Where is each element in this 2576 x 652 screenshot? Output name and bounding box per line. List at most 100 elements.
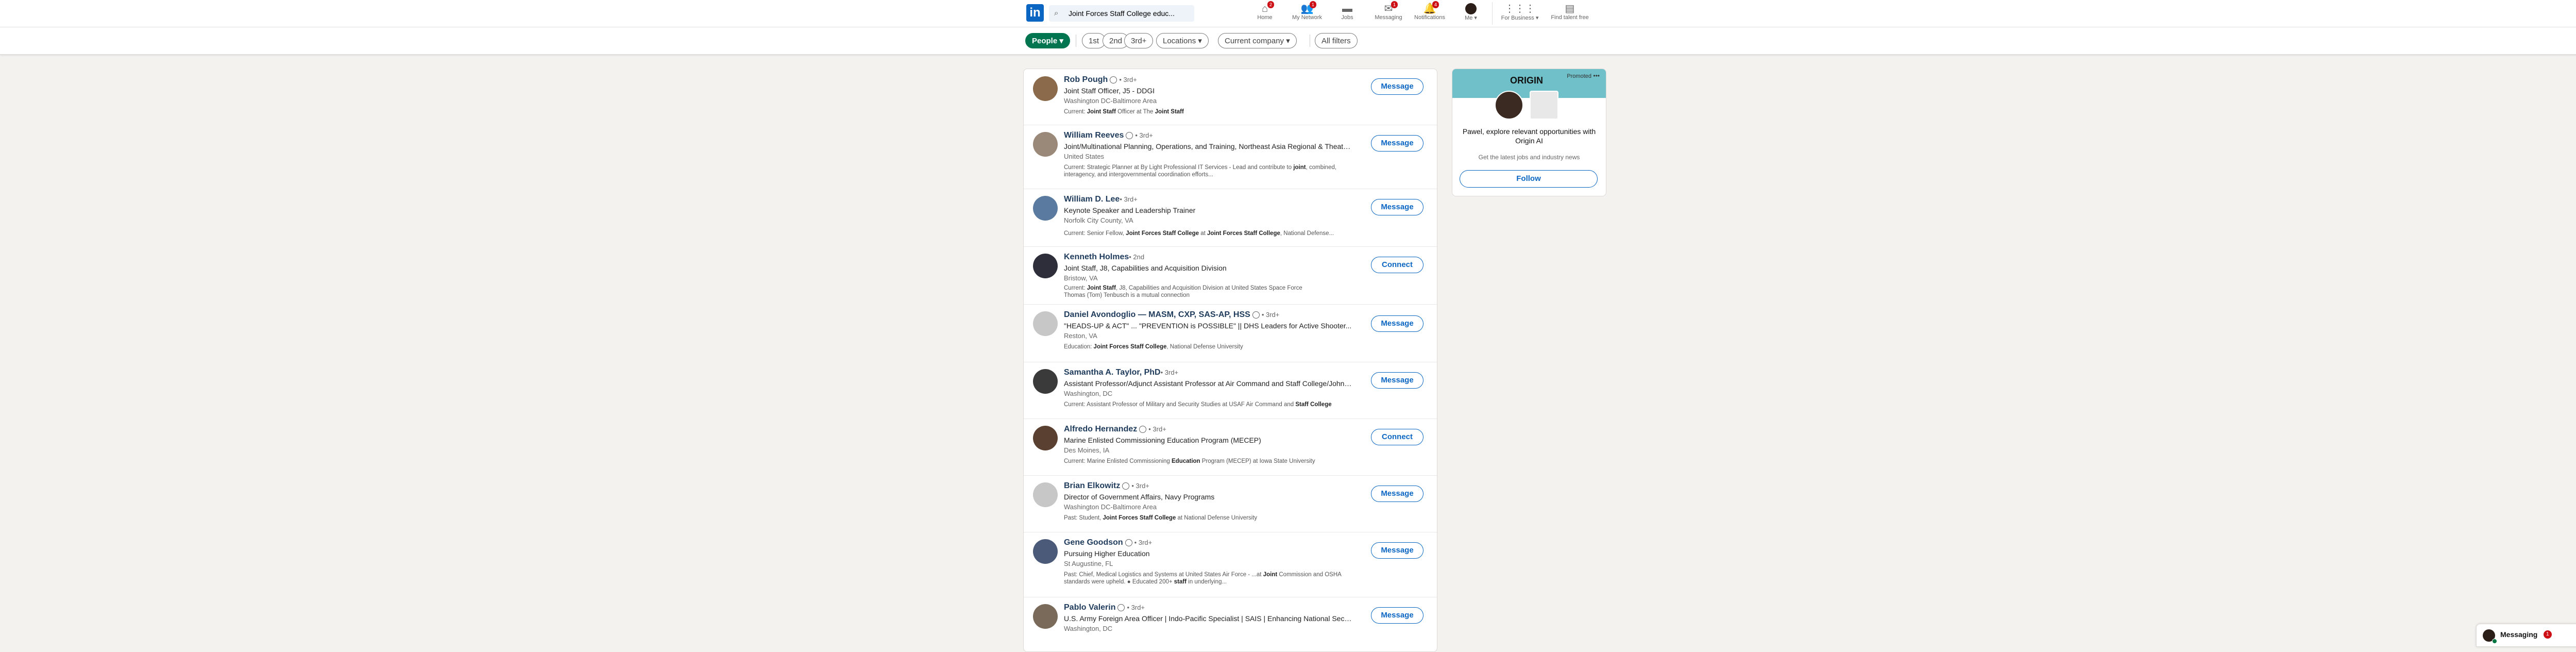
more-icon[interactable]: ••• bbox=[1593, 72, 1600, 79]
result-location: Washington, DC bbox=[1064, 625, 1113, 632]
result-name-text[interactable]: William Reeves bbox=[1064, 131, 1124, 140]
ad-company-logo[interactable] bbox=[1530, 91, 1558, 120]
message-button[interactable]: Message bbox=[1371, 372, 1423, 389]
messaging-overlay[interactable]: Messaging 1 ••• ✎ ⌃ bbox=[2476, 624, 2576, 647]
result-name[interactable]: Brian Elkowitz • 3rd+ bbox=[1064, 481, 1149, 491]
verified-icon bbox=[1110, 76, 1117, 83]
result-name-text[interactable]: Samantha A. Taylor, PhD bbox=[1064, 368, 1161, 377]
result-name[interactable]: William D. Lee• 3rd+ bbox=[1064, 195, 1138, 204]
avatar[interactable] bbox=[1033, 604, 1058, 629]
home-icon: ⌂ 2 bbox=[1247, 1, 1283, 14]
result-name-text[interactable]: Alfredo Hernandez bbox=[1064, 425, 1137, 433]
result-headline: "HEADS-UP & ACT" ... "PREVENTION is POSS… bbox=[1064, 322, 1352, 330]
online-indicator bbox=[2492, 639, 2497, 644]
message-button[interactable]: Message bbox=[1371, 315, 1423, 332]
degree-badge: • 3rd+ bbox=[1127, 604, 1145, 611]
result-location: Washington, DC bbox=[1064, 390, 1113, 397]
message-button[interactable]: Message bbox=[1371, 78, 1423, 95]
nav-messaging[interactable]: ✉ 1 Messaging bbox=[1370, 1, 1406, 21]
result-row[interactable]: William Reeves • 3rd+ Joint/Multinational… bbox=[1024, 125, 1437, 189]
nav-jobs[interactable]: ▬ Jobs bbox=[1329, 3, 1365, 21]
result-name[interactable]: Daniel Avondoglio — MASM, CXP, SAS-AP, H… bbox=[1064, 310, 1279, 320]
result-headline: Pursuing Higher Education bbox=[1064, 549, 1150, 558]
avatar[interactable] bbox=[1033, 132, 1058, 157]
message-button[interactable]: Message bbox=[1371, 199, 1423, 215]
result-name-text[interactable]: Brian Elkowitz bbox=[1064, 481, 1120, 490]
result-row[interactable]: Pablo Valerin • 3rd+ U.S. Army Foreign Ar… bbox=[1024, 597, 1437, 651]
follow-button[interactable]: Follow bbox=[1460, 170, 1598, 188]
result-name[interactable]: Kenneth Holmes• 2nd bbox=[1064, 253, 1144, 262]
avatar[interactable] bbox=[1033, 369, 1058, 394]
result-name[interactable]: Pablo Valerin • 3rd+ bbox=[1064, 603, 1145, 612]
result-name[interactable]: Gene Goodson • 3rd+ bbox=[1064, 538, 1152, 547]
result-name[interactable]: Samantha A. Taylor, PhD• 3rd+ bbox=[1064, 368, 1178, 377]
result-row[interactable]: Rob Pough • 3rd+ Joint Staff Officer, J5 … bbox=[1024, 69, 1437, 125]
result-headline: Keynote Speaker and Leadership Trainer bbox=[1064, 206, 1196, 214]
nav-messaging-label: Messaging bbox=[1375, 14, 1402, 21]
nav-home[interactable]: ⌂ 2 Home bbox=[1247, 1, 1283, 21]
result-name[interactable]: Rob Pough • 3rd+ bbox=[1064, 75, 1137, 85]
verified-icon bbox=[1122, 482, 1130, 490]
me-icon-wrap bbox=[1453, 3, 1489, 14]
bell-icon: 🔔 4 bbox=[1412, 1, 1448, 14]
promoted-ad: ORIGIN Promoted ••• Pawel, explore relev… bbox=[1452, 69, 1606, 196]
result-summary: Current: Joint Staff Officer at The Join… bbox=[1064, 109, 1184, 115]
result-row[interactable]: Kenneth Holmes• 2nd Joint Staff, J8, Cap… bbox=[1024, 246, 1437, 305]
filter-locations[interactable]: Locations ▾ bbox=[1156, 33, 1209, 48]
result-row[interactable]: Brian Elkowitz • 3rd+ Director of Governm… bbox=[1024, 475, 1437, 532]
result-row[interactable]: Samantha A. Taylor, PhD• 3rd+ Assistant … bbox=[1024, 362, 1437, 419]
notifications-badge: 4 bbox=[1432, 1, 1439, 8]
result-row[interactable]: William D. Lee• 3rd+ Keynote Speaker and… bbox=[1024, 189, 1437, 247]
filter-current-company[interactable]: Current company ▾ bbox=[1218, 33, 1297, 48]
result-name-text[interactable]: Daniel Avondoglio — MASM, CXP, SAS-AP, H… bbox=[1064, 310, 1250, 319]
result-name[interactable]: Alfredo Hernandez • 3rd+ bbox=[1064, 425, 1166, 434]
result-name-text[interactable]: Kenneth Holmes bbox=[1064, 253, 1129, 261]
grid-icon: ⋮⋮⋮ bbox=[1504, 3, 1535, 14]
avatar[interactable] bbox=[1033, 539, 1058, 564]
result-location: Norfolk City County, VA bbox=[1064, 216, 1133, 224]
result-name-text[interactable]: Rob Pough bbox=[1064, 75, 1108, 84]
avatar[interactable] bbox=[1033, 196, 1058, 221]
degree-badge: • 3rd+ bbox=[1131, 482, 1149, 490]
result-name-text[interactable]: William D. Lee bbox=[1064, 195, 1120, 204]
result-name-text[interactable]: Gene Goodson bbox=[1064, 538, 1123, 547]
avatar[interactable] bbox=[1033, 482, 1058, 507]
degree-badge: • 3rd+ bbox=[1261, 311, 1280, 319]
result-name[interactable]: William Reeves • 3rd+ bbox=[1064, 131, 1153, 140]
nav-find-talent[interactable]: ▤ Find talent free bbox=[1547, 3, 1593, 21]
nav-my-network[interactable]: 👥 1 My Network bbox=[1289, 1, 1325, 21]
avatar[interactable] bbox=[1033, 311, 1058, 336]
result-row[interactable]: Daniel Avondoglio — MASM, CXP, SAS-AP, H… bbox=[1024, 304, 1437, 362]
result-summary: Current: Assistant Professor of Military… bbox=[1064, 402, 1332, 408]
message-button[interactable]: Message bbox=[1371, 486, 1423, 502]
nav-notifications[interactable]: 🔔 4 Notifications bbox=[1412, 1, 1448, 21]
result-row[interactable]: Alfredo Hernandez • 3rd+ Marine Enlisted … bbox=[1024, 419, 1437, 476]
filter-people[interactable]: People ▾ bbox=[1025, 33, 1070, 48]
linkedin-logo[interactable]: in bbox=[1026, 4, 1044, 22]
nav-me-label: Me ▾ bbox=[1465, 15, 1477, 21]
top-nav: in ⌕ Joint Forces Staff College educ... … bbox=[0, 0, 2576, 27]
ad-promoted-label: Promoted bbox=[1567, 73, 1591, 79]
message-button[interactable]: Message bbox=[1371, 542, 1423, 559]
nav-me[interactable]: Me ▾ bbox=[1453, 3, 1489, 21]
connect-button[interactable]: Connect bbox=[1371, 429, 1423, 445]
verified-icon bbox=[1126, 131, 1133, 139]
message-button[interactable]: Message bbox=[1371, 135, 1423, 152]
avatar[interactable] bbox=[1033, 426, 1058, 450]
result-summary: Current: Strategic Planner at By Light P… bbox=[1064, 164, 1337, 178]
verified-icon bbox=[1139, 425, 1147, 433]
result-row[interactable]: Gene Goodson • 3rd+ Pursuing Higher Educa… bbox=[1024, 532, 1437, 597]
messaging-title[interactable]: Messaging bbox=[2500, 630, 2537, 639]
home-badge: 2 bbox=[1267, 1, 1275, 8]
filter-all[interactable]: All filters bbox=[1315, 33, 1358, 48]
search-input[interactable]: ⌕ Joint Forces Staff College educ... bbox=[1049, 5, 1194, 22]
avatar[interactable] bbox=[1033, 254, 1058, 278]
result-name-text[interactable]: Pablo Valerin bbox=[1064, 603, 1115, 612]
connect-button[interactable]: Connect bbox=[1371, 257, 1423, 273]
filter-3rd[interactable]: 3rd+ bbox=[1124, 33, 1154, 48]
result-headline: Joint/Multinational Planning, Operations… bbox=[1064, 142, 1352, 151]
message-button[interactable]: Message bbox=[1371, 607, 1423, 624]
nav-for-business[interactable]: ⋮⋮⋮ For Business ▾ bbox=[1499, 3, 1540, 21]
result-location: Washington DC-Baltimore Area bbox=[1064, 97, 1157, 105]
avatar[interactable] bbox=[1033, 76, 1058, 101]
